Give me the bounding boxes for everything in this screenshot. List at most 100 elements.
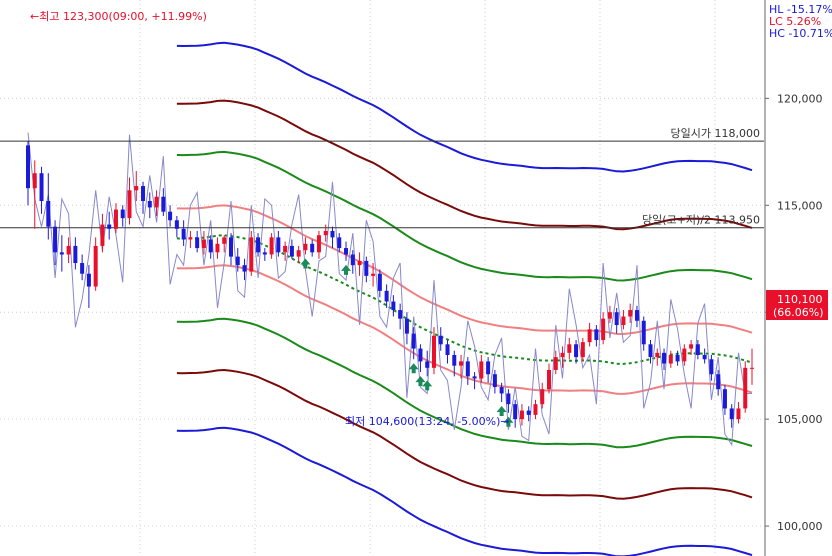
- candle-body: [174, 220, 179, 229]
- candle-body: [344, 248, 349, 255]
- chart-container: 당일시가 118,000 당일(고+저)/2 113,950 100,000 105…: [0, 0, 832, 556]
- stat-line: HC -10.71%: [769, 27, 832, 40]
- candle-body: [662, 352, 667, 364]
- candle-body: [283, 245, 288, 253]
- band-upper-2: [176, 99, 753, 231]
- candle-body: [384, 290, 389, 302]
- y-tick-label: 115,000: [777, 199, 823, 212]
- candle-body: [296, 250, 301, 257]
- candle-body: [547, 369, 552, 390]
- candle-body: [337, 237, 342, 249]
- candle-body: [614, 312, 619, 326]
- candle-body: [682, 348, 687, 362]
- candle-body: [222, 237, 227, 244]
- y-tick-label: 100,000: [777, 520, 823, 533]
- candle-body: [438, 335, 443, 345]
- candle-body: [695, 344, 700, 355]
- candle-body: [553, 357, 558, 370]
- band-mid: [176, 234, 753, 365]
- candle-body: [262, 252, 267, 255]
- candle-body: [533, 404, 538, 415]
- candle-body: [499, 387, 504, 394]
- current-price: 110,100: [777, 293, 823, 306]
- candle-body: [668, 354, 673, 364]
- candle-body: [371, 273, 376, 276]
- candle-body: [655, 352, 660, 358]
- candle-body: [459, 361, 464, 366]
- candle-body: [228, 237, 233, 257]
- band-lower-2: [176, 368, 753, 500]
- band-outer-upper: [176, 41, 753, 173]
- candle-body: [32, 173, 37, 189]
- candle-body: [120, 209, 125, 219]
- candles: [26, 141, 754, 428]
- candle-body: [303, 243, 308, 251]
- candle-body: [26, 145, 30, 189]
- candle-body: [479, 361, 484, 379]
- candle-body: [689, 344, 694, 349]
- reference-line-label: 당일시가 118,000: [671, 126, 760, 140]
- candle-body: [601, 318, 606, 341]
- candle-body: [147, 201, 152, 208]
- candle-body: [377, 273, 382, 291]
- candle-body: [580, 342, 585, 358]
- candle-body: [249, 237, 254, 272]
- candle-body: [289, 245, 294, 257]
- candle-body: [127, 190, 132, 219]
- candle-body: [276, 237, 281, 253]
- candle-body: [648, 344, 653, 358]
- low-label: 최저 104,600(13:24, -5.00%)→: [345, 415, 510, 428]
- candle-body: [641, 320, 646, 345]
- up-arrow-icon: [341, 264, 352, 275]
- candle-body: [594, 329, 599, 341]
- candle-body: [445, 344, 450, 355]
- candle-body: [113, 209, 118, 229]
- candle-body: [567, 344, 572, 353]
- candle-body: [431, 335, 436, 368]
- candle-body: [425, 361, 430, 368]
- candle-body: [357, 260, 362, 266]
- candle-body: [513, 404, 518, 420]
- candle-body: [729, 408, 734, 420]
- candle-body: [323, 230, 328, 236]
- candle-body: [709, 359, 714, 375]
- candle-body: [628, 310, 633, 317]
- candle-body: [235, 256, 240, 266]
- candle-body: [716, 374, 721, 390]
- candle-body: [350, 254, 355, 266]
- candle-body: [188, 237, 193, 240]
- candle-body: [540, 389, 545, 405]
- y-axis: 100,000105,000110,000115,000120,000: [764, 0, 823, 556]
- candle-body: [46, 201, 51, 227]
- candle-body: [743, 367, 748, 409]
- candle-body: [80, 263, 85, 274]
- candle-body: [134, 186, 139, 191]
- band-lower-0: [176, 264, 753, 395]
- candle-body: [702, 354, 707, 360]
- candle-body: [411, 333, 416, 349]
- candle-body: [574, 344, 579, 358]
- candle-body: [53, 226, 58, 253]
- candle-body: [39, 173, 44, 202]
- candle-body: [208, 239, 213, 253]
- band-lower-1: [176, 317, 753, 449]
- candle-body: [526, 410, 531, 415]
- candle-body: [73, 245, 78, 264]
- envelope-bands: [176, 41, 753, 556]
- candle-body: [141, 186, 146, 202]
- grid: [0, 0, 764, 556]
- high-label: ←최고 123,300(09:00, +11.99%): [30, 10, 207, 23]
- candle-body: [107, 224, 112, 229]
- candle-body: [607, 312, 612, 319]
- candle-body: [181, 228, 186, 240]
- candle-body: [93, 245, 98, 287]
- candle-body: [750, 367, 754, 369]
- candle-body: [634, 310, 639, 321]
- candle-body: [66, 245, 71, 255]
- candle-body: [560, 352, 565, 358]
- band-outer-lower: [176, 426, 753, 556]
- candle-body: [269, 237, 274, 255]
- candle-body: [100, 224, 105, 246]
- candle-body: [404, 318, 409, 334]
- candlestick-chart: 당일시가 118,000 당일(고+저)/2 113,950 100,000 105…: [0, 0, 832, 556]
